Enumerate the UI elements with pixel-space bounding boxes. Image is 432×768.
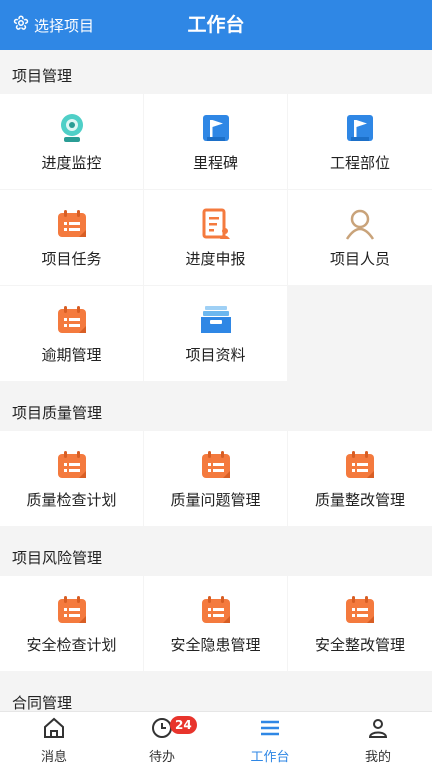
todo-count-badge: 24 — [170, 716, 197, 734]
home-icon — [42, 716, 66, 744]
tab-item[interactable]: 消息 — [0, 712, 108, 768]
calendar-icon — [54, 302, 90, 338]
menu-icon — [258, 716, 282, 744]
tab-label: 消息 — [40, 749, 67, 765]
workbench-item[interactable]: 质量问题管理 — [144, 431, 287, 526]
tab-label: 工作台 — [250, 749, 290, 765]
tab-item[interactable]: 我的 — [324, 712, 432, 768]
section-grid: 安全检查计划 安全隐患管理 安全整改管理 — [0, 576, 432, 671]
flower-icon — [12, 14, 34, 36]
calendar-icon — [54, 447, 90, 483]
header-bar: 选择项目 工作台 — [0, 0, 432, 50]
section-title-text: 项目质量管理 — [12, 404, 103, 422]
workbench-item-label: 安全整改管理 — [314, 636, 405, 654]
workbench-item[interactable]: 里程碑 — [144, 94, 287, 189]
empty-cell — [288, 286, 432, 381]
workbench-item[interactable]: 逾期管理 — [0, 286, 143, 381]
section-title-text: 项目风险管理 — [12, 549, 103, 567]
workbench-item[interactable]: 进度监控 — [0, 94, 143, 189]
workbench-item-label: 里程碑 — [192, 154, 238, 172]
calendar-icon — [198, 592, 234, 628]
section-title-text: 项目管理 — [12, 67, 73, 85]
tab-label: 待办 — [148, 749, 175, 765]
workbench-item[interactable]: 项目任务 — [0, 190, 143, 285]
workbench-item-label: 项目人员 — [329, 250, 390, 268]
person-icon — [342, 206, 378, 242]
calendar-icon — [54, 592, 90, 628]
workbench-item-label: 项目资料 — [185, 346, 246, 364]
tab-item[interactable]: 工作台 — [216, 712, 324, 768]
workbench-item[interactable]: 工程部位 — [288, 94, 432, 189]
select-project-button[interactable]: 选择项目 — [12, 0, 94, 50]
calendar-icon — [342, 592, 378, 628]
workbench-item[interactable]: 项目资料 — [144, 286, 287, 381]
workbench-item-label: 安全检查计划 — [26, 636, 117, 654]
calendar-icon — [342, 447, 378, 483]
camera-icon — [54, 110, 90, 146]
section-grid: 质量检查计划 质量问题管理 质量整改管理 — [0, 431, 432, 526]
workbench-item-label: 进度监控 — [41, 154, 102, 172]
workbench-item[interactable]: 进度申报 — [144, 190, 287, 285]
workbench-item[interactable]: 项目人员 — [288, 190, 432, 285]
tray-icon — [198, 302, 234, 338]
section-title: 项目管理 — [0, 50, 432, 94]
tab-item[interactable]: 待办 24 — [108, 712, 216, 768]
user-icon — [366, 716, 390, 744]
calendar-icon — [54, 206, 90, 242]
workbench-item-label: 项目任务 — [41, 250, 102, 268]
bottom-tab-bar: 消息 待办 24 工作台 我的 — [0, 711, 432, 768]
workbench-item[interactable]: 安全整改管理 — [288, 576, 432, 671]
workbench-item-label: 安全隐患管理 — [170, 636, 261, 654]
workbench-item-label: 质量检查计划 — [26, 491, 117, 509]
flag-icon — [342, 110, 378, 146]
flag-icon — [198, 110, 234, 146]
section-title: 合同管理 — [0, 677, 432, 711]
workbench-item-label: 质量问题管理 — [170, 491, 261, 509]
workbench-item[interactable]: 质量检查计划 — [0, 431, 143, 526]
tab-label: 我的 — [364, 749, 391, 765]
workbench-item-label: 工程部位 — [329, 154, 390, 172]
section-title: 项目质量管理 — [0, 387, 432, 431]
section-title: 项目风险管理 — [0, 532, 432, 576]
select-project-label: 选择项目 — [34, 16, 95, 35]
workbench-item[interactable]: 安全检查计划 — [0, 576, 143, 671]
workbench-item-label: 进度申报 — [185, 250, 246, 268]
workbench-item-label: 质量整改管理 — [314, 491, 405, 509]
report-icon — [198, 206, 234, 242]
section-grid: 进度监控 里程碑 工程部位项目任务 进度申报 项目人员逾期管理 项目资料 — [0, 94, 432, 381]
workbench-content[interactable]: 项目管理进度监控 里程碑 工程部位项目任务 进度申报 项目人员逾期管理 项目资料项目质量管… — [0, 50, 432, 711]
workbench-item[interactable]: 质量整改管理 — [288, 431, 432, 526]
workbench-item-label: 逾期管理 — [41, 346, 102, 364]
section-title-text: 合同管理 — [12, 694, 73, 711]
calendar-icon — [198, 447, 234, 483]
workbench-item[interactable]: 安全隐患管理 — [144, 576, 287, 671]
